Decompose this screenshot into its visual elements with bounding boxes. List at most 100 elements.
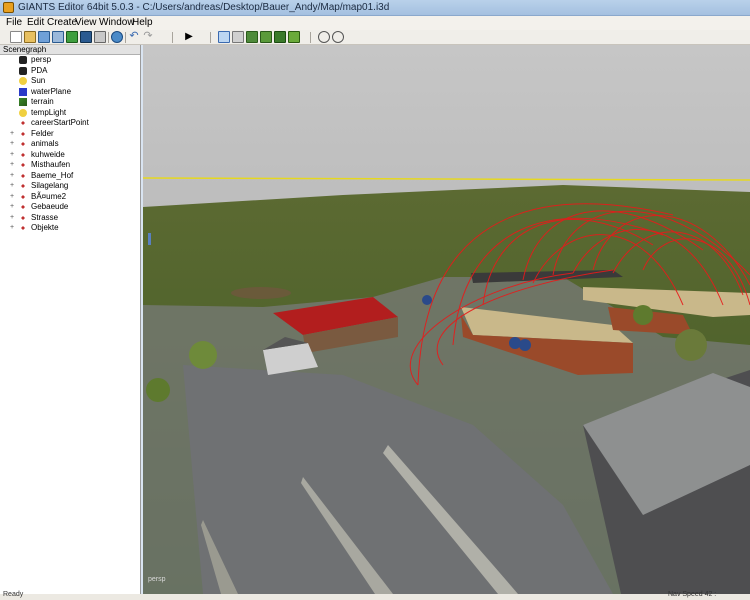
tree [633, 305, 653, 325]
script-gear-icon[interactable] [332, 31, 344, 43]
scenegraph-node-label: Silagelang [31, 181, 69, 190]
scenegraph-node-label: BÃ¤ume2 [31, 191, 67, 201]
toolbar-separator [310, 32, 311, 43]
scenegraph-node-terrain[interactable]: terrain [0, 97, 141, 107]
tree [675, 329, 707, 361]
import-icon[interactable] [38, 31, 50, 43]
scene-render: persp [143, 45, 750, 594]
silo-blue [519, 339, 531, 351]
transform-group-icon [19, 171, 27, 180]
foliage-paint-icon[interactable] [274, 31, 286, 43]
toolbar: ↶ ↷ ▶ [0, 30, 750, 45]
scenegraph-node-label: Felder [31, 128, 54, 138]
scenegraph-node-label: persp [31, 55, 52, 64]
light-bulb-icon [19, 108, 27, 117]
scenegraph-header: Scenegraph [0, 45, 140, 55]
scenegraph-node-strasse[interactable]: + Strasse [0, 213, 141, 223]
scenegraph-node-pda[interactable]: PDA [0, 66, 141, 76]
menu-view[interactable]: View [75, 17, 97, 28]
toolbar-separator [210, 32, 211, 43]
save-disk-icon[interactable] [80, 31, 92, 43]
status-bar: Ready Nav Speed 42 : [0, 591, 750, 600]
play-icon[interactable]: ▶ [183, 31, 195, 43]
silo-blue [509, 337, 521, 349]
transform-group-icon [19, 182, 27, 190]
scenegraph-node-label: terrain [31, 97, 54, 106]
expand-icon[interactable]: + [9, 224, 15, 231]
open-file-icon[interactable] [24, 31, 36, 43]
expand-icon[interactable]: + [9, 130, 15, 137]
settings-gear-icon[interactable] [318, 31, 330, 43]
scenegraph-node-label: Misthaufen [31, 160, 71, 169]
transform-group-icon [19, 192, 27, 201]
export-icon[interactable] [52, 31, 64, 43]
scenegraph-node-label: kuhweide [31, 149, 65, 159]
scenegraph-node-label: animals [31, 139, 59, 148]
marker-pole [148, 233, 151, 245]
select-tool-icon[interactable] [218, 31, 230, 43]
scenegraph-node-silagelang[interactable]: + Silagelang [0, 181, 141, 191]
transform-group-icon [19, 140, 27, 148]
transform-group-icon [19, 213, 27, 222]
scenegraph-node-persp[interactable]: persp [0, 55, 141, 65]
grass-paint-icon[interactable] [288, 31, 300, 43]
reload-icon[interactable] [111, 31, 123, 43]
3d-viewport[interactable]: persp [143, 45, 750, 594]
scenegraph-node-felder[interactable]: + Felder [0, 129, 141, 139]
scenegraph-node-objekte[interactable]: + Objekte [0, 223, 141, 233]
menu-edit[interactable]: Edit [27, 17, 44, 28]
save-icon[interactable] [66, 31, 78, 43]
scenegraph-node-sun[interactable]: Sun [0, 76, 141, 86]
transform-group-icon [19, 119, 27, 127]
toolbar-separator [108, 32, 109, 43]
status-text: Ready [3, 591, 24, 598]
scenegraph-node-label: Strasse [31, 212, 59, 222]
scenegraph-node-misthaufen[interactable]: + Misthaufen [0, 160, 141, 170]
properties-icon[interactable] [94, 31, 106, 43]
app-icon [3, 2, 14, 13]
expand-icon[interactable]: + [9, 193, 15, 200]
move-tool-icon[interactable] [232, 31, 244, 43]
toolbar-separator [172, 32, 173, 43]
scenegraph-node-b-ume2[interactable]: + BÃ¤ume2 [0, 192, 141, 202]
expand-icon[interactable]: + [9, 182, 15, 189]
scenegraph-node-baeme-hof[interactable]: + Baeme_Hof [0, 171, 141, 181]
transform-group-icon [19, 224, 27, 232]
expand-icon[interactable]: + [9, 172, 15, 179]
expand-icon[interactable]: + [9, 140, 15, 147]
terrain-sculpt-icon[interactable] [246, 31, 258, 43]
scenegraph-node-label: waterPlane [31, 86, 72, 96]
scenegraph-node-label: careerStartPoint [31, 118, 89, 127]
light-bulb-icon [19, 77, 27, 85]
scenegraph-node-careerstartpoint[interactable]: careerStartPoint [0, 118, 141, 128]
scenegraph-panel: Scenegraph persp PDA Sun waterPlane terrain t… [0, 45, 141, 594]
tree [189, 341, 217, 369]
scenegraph-node-waterplane[interactable]: waterPlane [0, 87, 141, 97]
terrain-paint-icon[interactable] [260, 31, 272, 43]
new-file-icon[interactable] [10, 31, 22, 43]
scenegraph-node-gebaeude[interactable]: + Gebaeude [0, 202, 141, 212]
scenegraph-node-label: Objekte [31, 223, 59, 232]
scenegraph-node-animals[interactable]: + animals [0, 139, 141, 149]
scenegraph-node-kuhweide[interactable]: + kuhweide [0, 150, 141, 160]
menu-window[interactable]: Window [99, 17, 135, 28]
window-title: GIANTS Editor 64bit 5.0.3 - C:/Users/and… [18, 2, 390, 13]
menu-help[interactable]: Help [132, 17, 153, 28]
nav-speed: Nav Speed 42 : [668, 591, 717, 598]
menu-create[interactable]: Create [47, 17, 77, 28]
expand-icon[interactable]: + [9, 161, 15, 168]
expand-icon[interactable]: + [9, 203, 15, 210]
transform-group-icon [19, 150, 27, 159]
scenegraph-node-templight[interactable]: tempLight [0, 108, 141, 118]
manure-heap [231, 287, 291, 299]
transform-group-icon [19, 161, 27, 169]
expand-icon[interactable]: + [9, 214, 15, 221]
expand-icon[interactable]: + [9, 151, 15, 158]
camera-icon [19, 56, 27, 64]
redo-icon[interactable]: ↷ [142, 31, 154, 43]
transform-group-icon [19, 203, 27, 211]
undo-icon[interactable]: ↶ [128, 31, 140, 43]
menu-file[interactable]: File [6, 17, 22, 28]
scenegraph-node-label: Baeme_Hof [31, 170, 74, 180]
menu-bar: File Edit Create View Window Help [0, 16, 750, 30]
